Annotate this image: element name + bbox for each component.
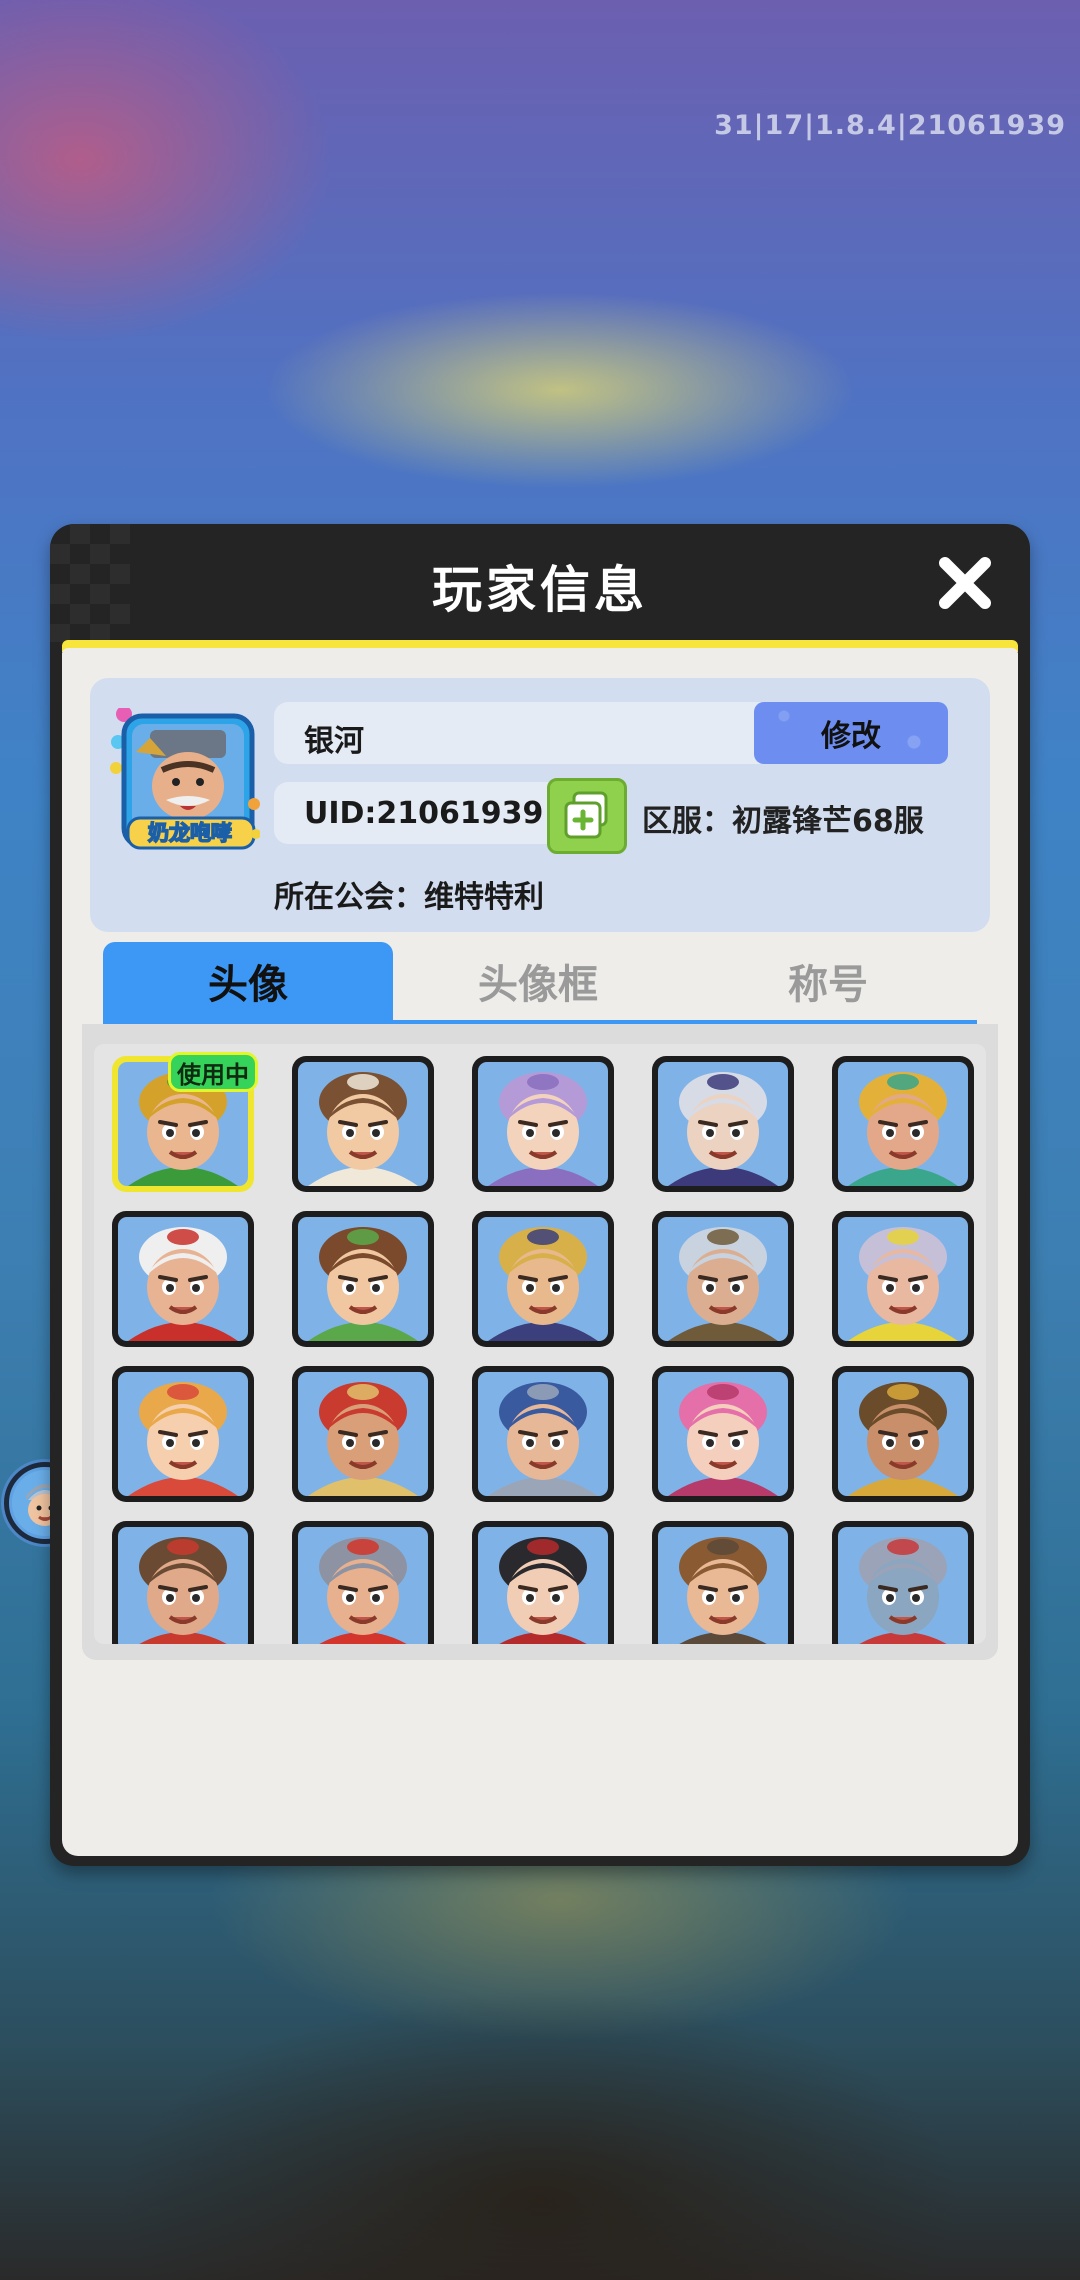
hero-portrait-icon (298, 1372, 428, 1496)
player-name: 银河 (304, 724, 364, 759)
avatar-option[interactable] (652, 1366, 794, 1502)
avatar-option[interactable] (832, 1366, 974, 1502)
dialog-header: 玩家信息 (50, 524, 1030, 642)
avatar-option[interactable] (472, 1366, 614, 1502)
close-icon (939, 557, 991, 609)
avatar-option[interactable] (292, 1366, 434, 1502)
avatar-option[interactable]: 使用中 (112, 1052, 258, 1192)
avatar-option[interactable] (832, 1211, 974, 1347)
uid-value: UID:21061939 (304, 796, 544, 831)
hero-portrait-icon (478, 1372, 608, 1496)
dialog-body: 奶龙咆哮 银河 修改 UID:21061939 区服：初露锋芒68服 所在公会：… (62, 648, 1018, 1856)
tab-avatar[interactable]: 头像 (103, 942, 393, 1020)
close-button[interactable] (934, 552, 996, 614)
hero-portrait-icon (658, 1217, 788, 1341)
hero-portrait-icon (298, 1217, 428, 1341)
avatar-option[interactable] (652, 1056, 794, 1192)
hero-portrait-icon (658, 1527, 788, 1644)
hero-portrait-icon (118, 1217, 248, 1341)
avatar-option[interactable] (472, 1056, 614, 1192)
hero-portrait-icon (298, 1527, 428, 1644)
avatar-grid[interactable]: 使用中 (94, 1044, 986, 1644)
hero-portrait-icon (658, 1372, 788, 1496)
player-name-field: 银河 修改 (274, 702, 948, 764)
hero-portrait-icon (838, 1527, 968, 1644)
avatar-option[interactable] (112, 1521, 254, 1644)
avatar-option[interactable] (112, 1366, 254, 1502)
avatar-option[interactable] (112, 1211, 254, 1347)
hero-portrait-icon (478, 1527, 608, 1644)
in-use-badge: 使用中 (168, 1052, 258, 1092)
hero-portrait-icon (118, 1372, 248, 1496)
profile-avatar[interactable]: 奶龙咆哮 (110, 706, 261, 856)
hero-portrait-icon (838, 1372, 968, 1496)
version-label: 31|17|1.8.4|21061939 (714, 110, 1066, 141)
hero-portrait-icon (838, 1217, 968, 1341)
avatar-option[interactable] (832, 1056, 974, 1192)
hero-portrait-icon (478, 1062, 608, 1186)
avatar-tabs: 头像 头像框 称号 (103, 942, 977, 1026)
avatar-option[interactable] (292, 1521, 434, 1644)
uid-field: UID:21061939 (274, 782, 564, 844)
copy-icon (564, 791, 608, 839)
avatar-frame-icon: 奶龙咆哮 (110, 706, 261, 850)
hero-portrait-icon (658, 1062, 788, 1186)
hero-portrait-icon (478, 1217, 608, 1341)
avatar-option[interactable] (292, 1211, 434, 1347)
hero-portrait-icon (298, 1062, 428, 1186)
server-info: 区服：初露锋芒68服 (642, 804, 924, 839)
avatar-option[interactable] (832, 1521, 974, 1644)
hero-portrait-icon (118, 1527, 248, 1644)
avatar-option[interactable] (292, 1056, 434, 1192)
profile-card: 奶龙咆哮 银河 修改 UID:21061939 区服：初露锋芒68服 所在公会：… (90, 678, 990, 932)
avatar-option[interactable] (652, 1521, 794, 1644)
avatar-option[interactable] (652, 1211, 794, 1347)
guild-info: 所在公会：维特特利 (274, 880, 544, 915)
edit-name-button[interactable]: 修改 (754, 702, 948, 764)
tab-avatar-frame[interactable]: 头像框 (393, 942, 683, 1020)
avatar-option[interactable] (472, 1211, 614, 1347)
avatar-grid-container: 使用中 (82, 1024, 998, 1660)
dialog-title: 玩家信息 (432, 561, 648, 619)
tab-title[interactable]: 称号 (683, 942, 973, 1020)
hero-portrait-icon (838, 1062, 968, 1186)
copy-uid-button[interactable] (547, 778, 627, 854)
avatar-frame-banner: 奶龙咆哮 (148, 821, 232, 845)
avatar-option[interactable] (472, 1521, 614, 1644)
player-info-dialog: 玩家信息 奶龙咆哮 银河 修改 UID:21061939 区服：初露锋芒68服 … (50, 524, 1030, 1866)
